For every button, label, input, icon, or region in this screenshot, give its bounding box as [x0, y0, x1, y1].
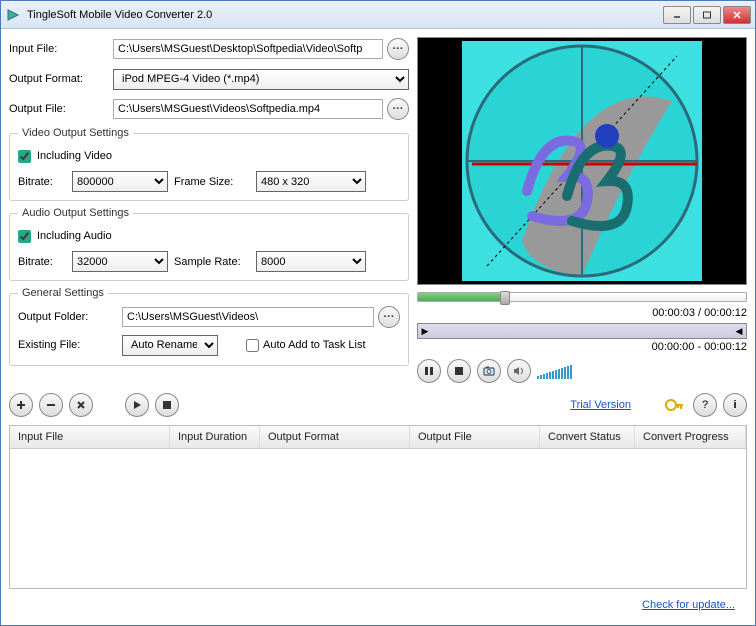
task-table: Input File Input Duration Output Format … — [9, 425, 747, 589]
playback-slider[interactable] — [417, 292, 747, 302]
trim-end-handle[interactable]: ◀ — [732, 324, 746, 338]
general-settings-group: General Settings Output Folder: ··· Exis… — [9, 287, 409, 366]
include-audio-label: Including Audio — [37, 230, 112, 242]
trim-start-handle[interactable]: ▶ — [418, 324, 432, 338]
remove-task-button[interactable] — [39, 393, 63, 417]
mute-button[interactable] — [507, 359, 531, 383]
col-convert-progress[interactable]: Convert Progress — [635, 426, 746, 448]
audio-settings-group: Audio Output Settings Including Audio Bi… — [9, 207, 409, 281]
sample-rate-select[interactable]: 8000 — [256, 251, 366, 272]
pause-button[interactable] — [417, 359, 441, 383]
general-settings-legend: General Settings — [18, 287, 108, 299]
window-title: TingleSoft Mobile Video Converter 2.0 — [27, 9, 663, 21]
audio-bitrate-label: Bitrate: — [18, 256, 66, 268]
video-bitrate-select[interactable]: 800000 — [72, 171, 168, 192]
output-format-select[interactable]: iPod MPEG-4 Video (*.mp4) — [113, 69, 409, 90]
trial-version-link[interactable]: Trial Version — [570, 399, 631, 411]
include-video-checkbox[interactable] — [18, 150, 31, 163]
browse-folder-button[interactable]: ··· — [378, 306, 400, 328]
col-output-format[interactable]: Output Format — [260, 426, 410, 448]
browse-output-button[interactable]: ··· — [387, 98, 409, 120]
snapshot-button[interactable] — [477, 359, 501, 383]
sample-rate-label: Sample Rate: — [174, 256, 250, 268]
existing-file-select[interactable]: Auto Rename — [122, 335, 218, 356]
close-button[interactable] — [723, 6, 751, 24]
start-convert-button[interactable] — [125, 393, 149, 417]
auto-add-label: Auto Add to Task List — [263, 339, 366, 351]
add-task-button[interactable] — [9, 393, 33, 417]
video-bitrate-label: Bitrate: — [18, 176, 66, 188]
task-table-header: Input File Input Duration Output Format … — [10, 426, 746, 449]
stop-convert-button[interactable] — [155, 393, 179, 417]
help-button[interactable]: ? — [693, 393, 717, 417]
app-icon — [5, 7, 21, 23]
output-format-label: Output Format: — [9, 73, 109, 85]
trim-bar[interactable]: ▶ ◀ — [417, 323, 747, 339]
trim-range-label: 00:00:00 - 00:00:12 — [417, 341, 747, 353]
time-elapsed-total: 00:00:03 / 00:00:12 — [417, 307, 747, 319]
task-table-body — [10, 449, 746, 588]
audio-settings-legend: Audio Output Settings — [18, 207, 133, 219]
titlebar: TingleSoft Mobile Video Converter 2.0 — [1, 1, 755, 29]
minimize-button[interactable] — [663, 6, 691, 24]
include-audio-checkbox[interactable] — [18, 230, 31, 243]
video-settings-group: Video Output Settings Including Video Bi… — [9, 127, 409, 201]
auto-add-checkbox[interactable] — [246, 339, 259, 352]
audio-bitrate-select[interactable]: 32000 — [72, 251, 168, 272]
about-button[interactable]: i — [723, 393, 747, 417]
output-file-field[interactable] — [113, 99, 383, 119]
output-file-label: Output File: — [9, 103, 109, 115]
col-input-duration[interactable]: Input Duration — [170, 426, 260, 448]
col-output-file[interactable]: Output File — [410, 426, 540, 448]
output-folder-field[interactable] — [122, 307, 374, 327]
include-video-label: Including Video — [37, 150, 112, 162]
existing-file-label: Existing File: — [18, 339, 118, 351]
video-settings-legend: Video Output Settings — [18, 127, 133, 139]
input-file-label: Input File: — [9, 43, 109, 55]
register-button[interactable] — [663, 393, 687, 417]
volume-indicator[interactable] — [537, 363, 572, 379]
frame-size-label: Frame Size: — [174, 176, 250, 188]
stop-playback-button[interactable] — [447, 359, 471, 383]
col-convert-status[interactable]: Convert Status — [540, 426, 635, 448]
clear-tasks-button[interactable] — [69, 393, 93, 417]
col-input-file[interactable]: Input File — [10, 426, 170, 448]
input-file-field[interactable] — [113, 39, 383, 59]
maximize-button[interactable] — [693, 6, 721, 24]
app-window: TingleSoft Mobile Video Converter 2.0 In… — [0, 0, 756, 626]
browse-input-button[interactable]: ··· — [387, 38, 409, 60]
video-preview — [417, 37, 747, 285]
check-update-link[interactable]: Check for update... — [642, 599, 735, 611]
frame-size-select[interactable]: 480 x 320 — [256, 171, 366, 192]
output-folder-label: Output Folder: — [18, 311, 118, 323]
